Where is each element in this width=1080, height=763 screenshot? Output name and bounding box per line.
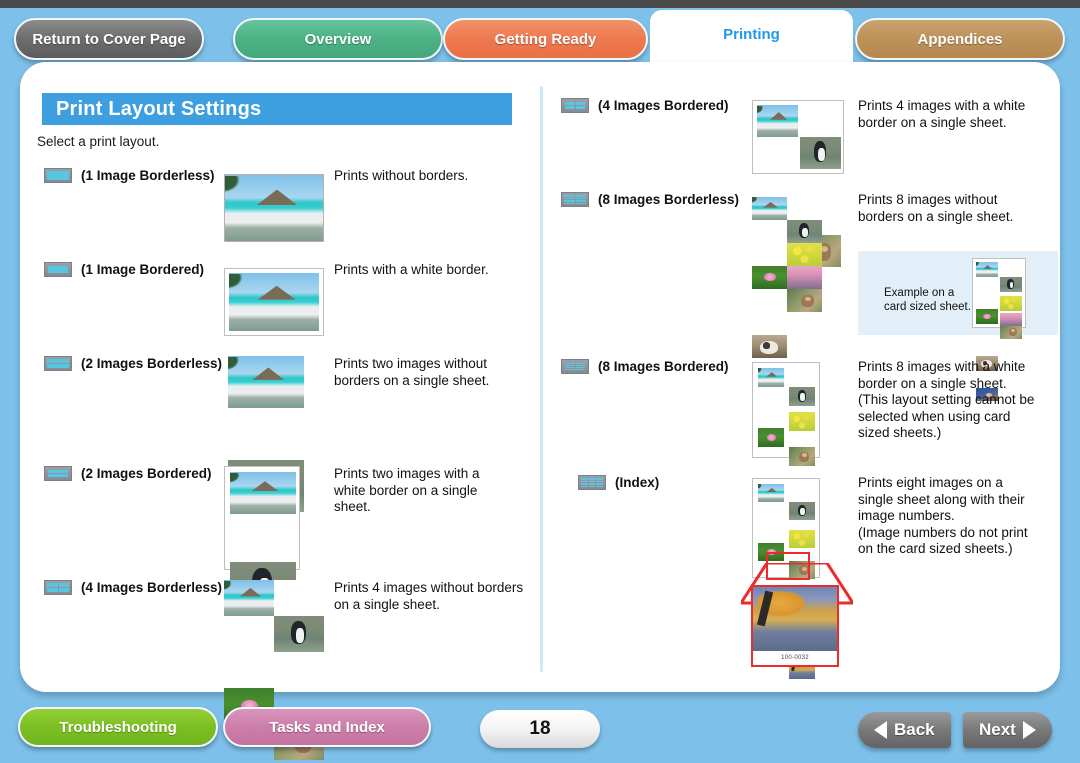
index-callout-enlarged: 100-0032	[751, 585, 839, 667]
button-label: Next	[979, 720, 1016, 739]
thumbnail-4-bordered	[752, 100, 844, 267]
page-subtitle: Select a print layout.	[37, 134, 160, 149]
layout-row-description: Prints eight images on a single sheet al…	[858, 475, 1028, 556]
tab-overview[interactable]: Overview	[233, 18, 443, 60]
photo-penguin	[800, 137, 841, 169]
photo-yellow-flowers	[1000, 296, 1022, 311]
layout-index-icon[interactable]	[578, 475, 606, 490]
tab-label: Printing	[723, 25, 780, 43]
layout-row-label: (1 Image Bordered)	[81, 262, 205, 277]
layout-8-borderless-icon[interactable]	[561, 192, 589, 207]
photo-lotus	[758, 428, 784, 447]
layout-8-bordered-icon[interactable]	[561, 359, 589, 374]
layout-row-description: Prints without borders.	[334, 168, 469, 183]
tab-label: Overview	[304, 30, 372, 48]
page-title: Print Layout Settings	[56, 97, 262, 120]
thumbnail-1-borderless	[224, 174, 324, 242]
primary-tab-bar: Return to Cover Page Overview Getting Re…	[0, 10, 1080, 72]
button-label: Back	[894, 720, 935, 739]
layout-row-label: (4 Images Borderless)	[81, 580, 223, 595]
layout-row-label: (1 Image Borderless)	[81, 168, 215, 183]
photo-penguin	[789, 387, 815, 406]
layout-4-bordered-icon[interactable]	[561, 98, 589, 113]
tab-label: Appendices	[917, 30, 1003, 48]
layout-row-label: (8 Images Bordered)	[598, 359, 729, 374]
troubleshooting-button[interactable]: Troubleshooting	[18, 707, 218, 747]
index-image-number: 100-0032	[753, 651, 837, 665]
layout-1-bordered-icon[interactable]	[44, 262, 72, 277]
thumbnail-8-bordered	[752, 362, 820, 567]
arrow-left-icon	[874, 721, 887, 739]
column-divider	[540, 86, 543, 672]
layout-2-borderless-icon[interactable]	[44, 356, 72, 371]
layout-row-label: (2 Images Bordered)	[81, 466, 212, 481]
example-card-thumbnail	[972, 258, 1026, 401]
photo-beach	[228, 356, 304, 408]
back-button[interactable]: Back	[858, 712, 951, 748]
thumbnail-2-borderless	[228, 356, 304, 512]
photo-yellow-flowers	[787, 243, 822, 266]
layout-row-label: (4 Images Bordered)	[598, 98, 729, 113]
thumbnail-4-borderless	[224, 580, 324, 760]
layout-row-description: Prints 8 images with a white border on a…	[858, 359, 1035, 440]
tab-getting-ready[interactable]: Getting Ready	[443, 18, 648, 60]
arrow-right-icon	[1022, 721, 1036, 739]
layout-2-bordered-icon[interactable]	[44, 466, 72, 481]
photo-beach	[230, 472, 296, 514]
active-tab-panel-join	[630, 62, 873, 92]
photo-beach	[758, 484, 784, 502]
layout-row-label: (8 Images Borderless)	[598, 192, 740, 207]
tab-label: Getting Ready	[494, 30, 597, 48]
page-number-indicator: 18	[480, 710, 600, 748]
layout-row-description: Prints 8 images without borders on a sin…	[858, 192, 1014, 224]
layout-1-borderless-icon[interactable]	[44, 168, 72, 183]
photo-penguin	[274, 616, 324, 652]
thumbnail-8-borderless	[752, 197, 822, 404]
photo-yellow-flowers	[789, 412, 815, 431]
photo-yellow-flowers	[789, 530, 815, 548]
photo-lotus	[752, 266, 787, 289]
layout-row-description: Prints two images with a white border on…	[334, 466, 480, 514]
photo-beach	[224, 580, 274, 616]
photo-penguin	[787, 220, 822, 243]
photo-cat	[752, 335, 787, 358]
next-button[interactable]: Next	[963, 712, 1052, 748]
tasks-and-index-button[interactable]: Tasks and Index	[223, 707, 431, 747]
tab-return-to-cover-page[interactable]: Return to Cover Page	[14, 18, 204, 60]
photo-blossom	[1000, 313, 1022, 326]
tab-label: Return to Cover Page	[32, 30, 186, 48]
photo-beach	[757, 105, 798, 137]
button-label: Tasks and Index	[269, 718, 385, 736]
photo-monkey	[1000, 324, 1022, 339]
layout-row-description: Prints with a white border.	[334, 262, 489, 277]
photo-beach	[758, 368, 784, 387]
photo-penguin	[789, 502, 815, 520]
layout-row-description: Prints 4 images with a white border on a…	[858, 98, 1026, 130]
photo-monkey	[789, 447, 815, 466]
page-title-bar: Print Layout Settings	[42, 93, 512, 125]
tab-appendices[interactable]: Appendices	[855, 18, 1065, 60]
photo-blossom	[787, 266, 822, 289]
thumbnail-2-bordered	[224, 466, 300, 608]
layout-row-description: Prints 4 images without borders on a sin…	[334, 580, 524, 612]
layout-row-label: (Index)	[615, 475, 660, 490]
layout-row-description: Prints two images without borders on a s…	[334, 356, 490, 388]
button-label: Troubleshooting	[59, 718, 177, 736]
photo-beach	[229, 273, 319, 331]
page-number: 18	[529, 718, 551, 739]
photo-autumn	[753, 587, 837, 655]
layout-4-borderless-icon[interactable]	[44, 580, 72, 595]
layout-row-label: (2 Images Borderless)	[81, 356, 223, 371]
thumbnail-1-bordered	[224, 268, 324, 336]
top-dark-band	[0, 0, 1080, 8]
photo-monkey	[787, 289, 822, 312]
photo-beach	[752, 197, 787, 220]
photo-penguin	[1000, 277, 1022, 292]
photo-beach	[976, 262, 998, 277]
photo-lotus	[976, 309, 998, 324]
example-callout-text: Example on a card sized sheet.	[884, 287, 971, 313]
